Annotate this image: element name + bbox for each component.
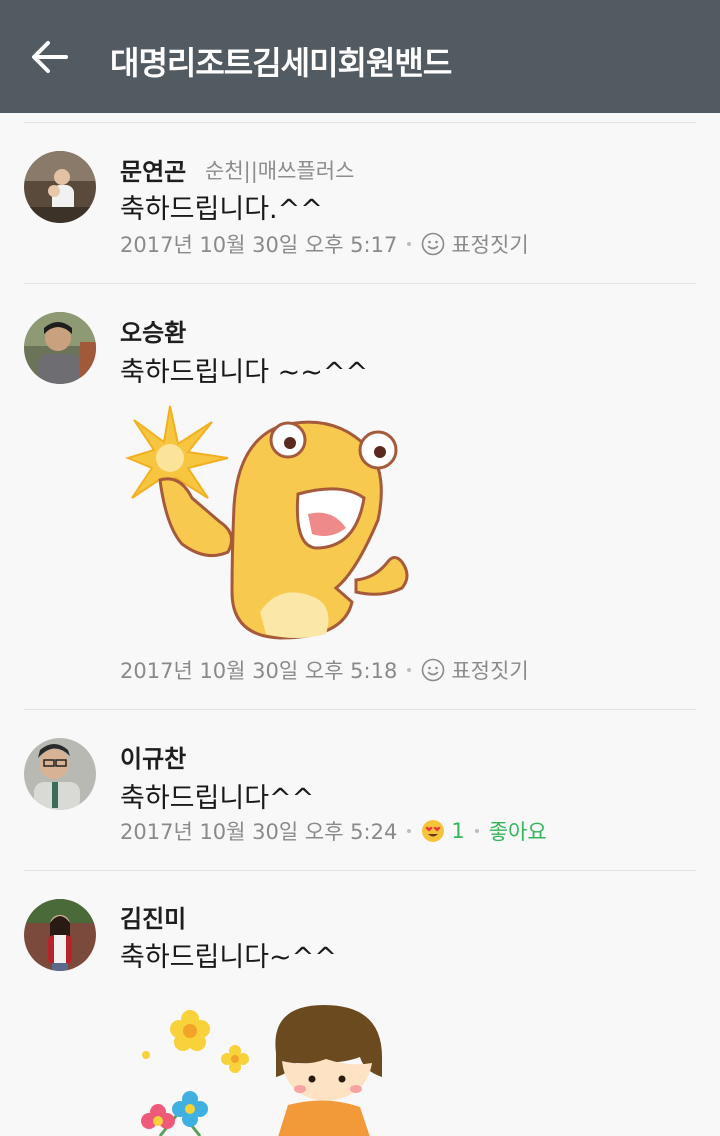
react-button[interactable]: 표정짓기 — [451, 655, 528, 685]
avatar[interactable] — [24, 899, 96, 971]
comment-text: 축하드립니다^^ — [120, 783, 315, 814]
comment-text: 축하드립니다 ~~^^ — [120, 357, 369, 388]
comment-meta: 2017년 10월 30일 오후 5:17 표정짓기 — [120, 229, 529, 259]
like-button[interactable]: 좋아요 — [489, 816, 547, 846]
smile-icon[interactable] — [421, 232, 445, 256]
author-name[interactable]: 이규찬 — [120, 739, 186, 774]
comment-meta: 2017년 10월 30일 오후 5:24 1 좋아요 — [120, 816, 547, 846]
author-name[interactable]: 오승환 — [120, 313, 186, 348]
sticker-image — [120, 402, 430, 646]
author-group-tag: 순천||매쓰플러스 — [205, 159, 355, 183]
app-bar: 대명리조트김세미회원밴드 — [0, 0, 720, 113]
divider — [24, 122, 696, 123]
separator-dot — [407, 668, 412, 672]
smile-icon[interactable] — [421, 658, 445, 682]
separator-dot — [407, 829, 412, 833]
reaction-count[interactable]: 1 — [451, 819, 464, 843]
timestamp: 2017년 10월 30일 오후 5:17 — [120, 233, 398, 257]
react-button[interactable]: 표정짓기 — [451, 229, 528, 259]
comment-meta: 2017년 10월 30일 오후 5:18 표정짓기 — [120, 655, 529, 685]
sticker-image — [120, 1001, 400, 1136]
timestamp: 2017년 10월 30일 오후 5:24 — [120, 820, 398, 844]
author-name[interactable]: 문연곤 — [120, 152, 186, 187]
author-name[interactable]: 김진미 — [120, 899, 186, 934]
separator-dot — [407, 242, 412, 246]
back-arrow-icon[interactable] — [30, 37, 70, 77]
timestamp: 2017년 10월 30일 오후 5:18 — [120, 659, 398, 683]
avatar[interactable] — [24, 738, 96, 810]
separator-dot — [474, 829, 479, 833]
divider — [24, 709, 696, 710]
divider — [24, 870, 696, 871]
comment-text: 축하드립니다~^^ — [120, 942, 337, 973]
avatar[interactable] — [24, 151, 96, 223]
divider — [24, 283, 696, 284]
page-title: 대명리조트김세미회원밴드 — [110, 44, 452, 82]
heart-eyes-emoji-icon[interactable] — [421, 819, 445, 843]
avatar[interactable] — [24, 312, 96, 384]
comment-text: 축하드립니다.^^ — [120, 194, 323, 225]
